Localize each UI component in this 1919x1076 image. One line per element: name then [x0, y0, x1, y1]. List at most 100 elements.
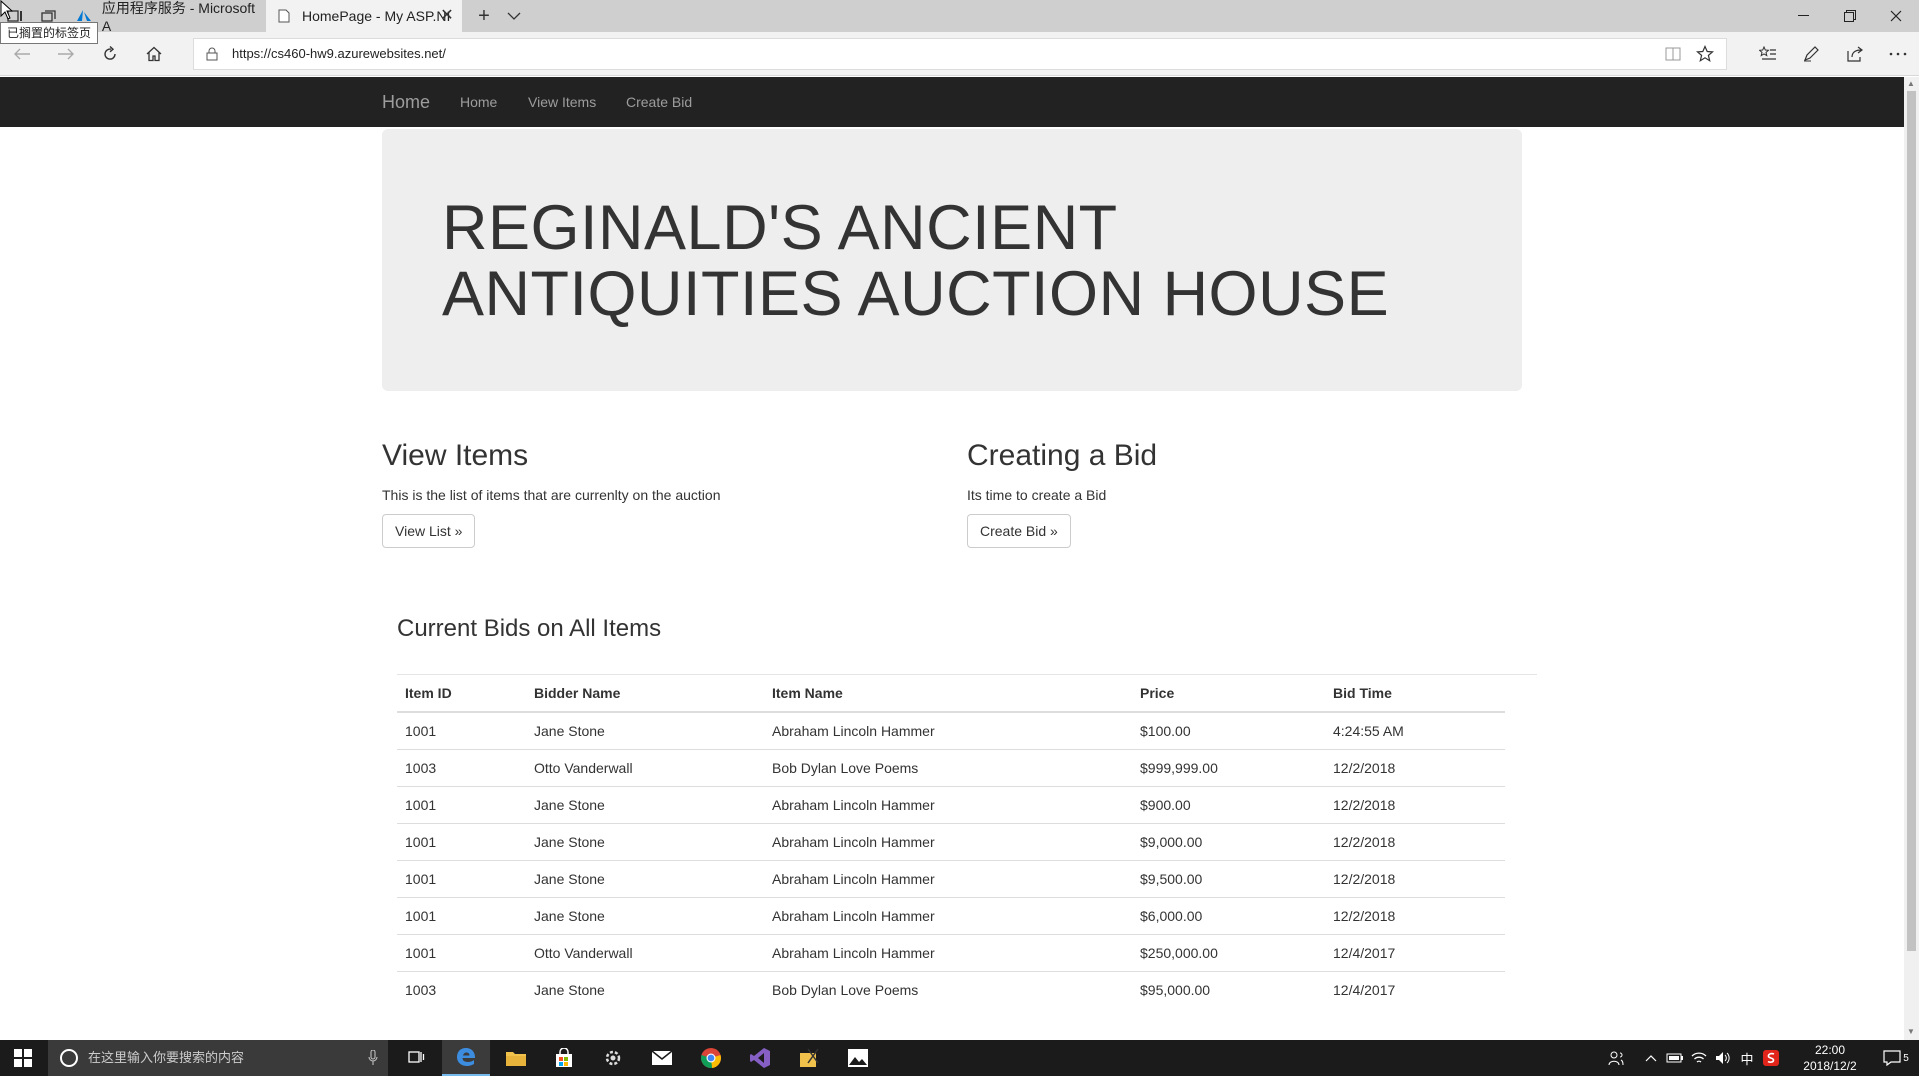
clock-date: 2018/12/2: [1803, 1059, 1857, 1073]
bids-title: Current Bids on All Items: [397, 615, 662, 642]
visual-studio-icon[interactable]: [736, 1040, 784, 1076]
back-arrow-icon[interactable]: [8, 40, 36, 68]
close-window-icon[interactable]: [1873, 0, 1919, 32]
table-row: 1001 Otto Vanderwall Abraham Lincoln Ham…: [397, 933, 1505, 971]
jumbotron: REGINALD'S ANCIENT ANTIQUITIES AUCTION H…: [382, 129, 1522, 391]
cell-item-name: Abraham Lincoln Hammer: [764, 859, 1132, 897]
table-row: 1001 Jane Stone Abraham Lincoln Hammer $…: [397, 896, 1505, 934]
microphone-icon[interactable]: [368, 1050, 378, 1066]
column-header-item-id: Item ID: [397, 675, 526, 713]
cell-price: $9,500.00: [1132, 859, 1325, 897]
restore-window-icon[interactable]: [1827, 0, 1873, 32]
cell-item-name: Abraham Lincoln Hammer: [764, 933, 1132, 971]
cell-item-id: 1001: [397, 711, 526, 749]
cell-bid-time: 12/4/2017: [1325, 933, 1505, 971]
more-options-icon[interactable]: [1884, 40, 1912, 68]
photos-icon[interactable]: [834, 1040, 882, 1076]
cell-bid-time: 4:24:55 AM: [1325, 711, 1505, 749]
chevron-up-icon[interactable]: [1640, 1040, 1662, 1076]
tab-title: 应用程序服务 - Microsoft A: [101, 0, 256, 34]
notification-count-badge: 5: [1903, 1052, 1909, 1064]
cell-item-name: Abraham Lincoln Hammer: [764, 785, 1132, 823]
cell-price: $6,000.00: [1132, 896, 1325, 934]
scroll-up-icon[interactable]: ▲: [1907, 79, 1915, 88]
view-list-button[interactable]: View List »: [382, 514, 476, 548]
create-bid-button[interactable]: Create Bid »: [967, 514, 1071, 548]
task-view-icon[interactable]: [392, 1040, 440, 1076]
system-clock[interactable]: 22:00 2018/12/2: [1785, 1042, 1875, 1074]
scroll-down-icon[interactable]: ▼: [1907, 1027, 1915, 1036]
cell-item-id: 1001: [397, 859, 526, 897]
taskbar-search-box[interactable]: 在这里输入你要搜索的内容: [48, 1040, 388, 1076]
cell-item-name: Abraham Lincoln Hammer: [764, 822, 1132, 860]
minimize-window-icon[interactable]: [1781, 0, 1827, 32]
column-header-price: Price: [1132, 675, 1325, 713]
column-header-bid-time: Bid Time: [1325, 675, 1505, 713]
address-bar[interactable]: https://cs460-hw9.azurewebsites.net/: [193, 38, 1727, 70]
page-content: REGINALD'S ANCIENT ANTIQUITIES AUCTION H…: [0, 127, 1904, 1040]
reading-view-icon[interactable]: [1664, 45, 1682, 63]
ime-language-indicator[interactable]: 中: [1736, 1040, 1758, 1076]
table-row: 1001 Jane Stone Abraham Lincoln Hammer $…: [397, 822, 1505, 860]
battery-icon[interactable]: [1664, 1040, 1686, 1076]
cell-bid-time: 12/2/2018: [1325, 859, 1505, 897]
share-icon[interactable]: [1842, 40, 1870, 68]
table-header-row: Item ID Bidder Name Item Name Price Bid …: [397, 675, 1505, 713]
refresh-icon[interactable]: [96, 40, 124, 68]
creating-bid-heading: Creating a Bid: [967, 439, 1158, 472]
chevron-down-icon[interactable]: [502, 0, 526, 32]
pen-notes-icon[interactable]: [1798, 40, 1826, 68]
browser-toolbar: https://cs460-hw9.azurewebsites.net/: [0, 32, 1919, 76]
file-explorer-icon[interactable]: [492, 1040, 540, 1076]
cell-price: $900.00: [1132, 785, 1325, 823]
chrome-icon[interactable]: [687, 1040, 735, 1076]
url-text: https://cs460-hw9.azurewebsites.net/: [232, 46, 446, 61]
sogou-ime-icon[interactable]: [1760, 1040, 1782, 1076]
cell-item-id: 1001: [397, 933, 526, 971]
navbar-brand[interactable]: Home: [382, 77, 430, 127]
nav-link-create-bid[interactable]: Create Bid: [626, 77, 692, 127]
view-items-description: This is the list of items that are curre…: [382, 487, 721, 503]
notification-center-icon[interactable]: 5: [1876, 1040, 1916, 1076]
cell-bidder-name: Jane Stone: [526, 859, 764, 897]
view-items-heading: View Items: [382, 439, 529, 472]
cell-bid-time: 12/2/2018: [1325, 785, 1505, 823]
mail-icon[interactable]: [638, 1040, 686, 1076]
forward-arrow-icon[interactable]: [52, 40, 80, 68]
vertical-scrollbar[interactable]: ▲ ▼: [1904, 77, 1919, 1040]
tab-homepage[interactable]: HomePage - My ASP.NI ✕: [266, 0, 462, 32]
nav-link-home[interactable]: Home: [460, 77, 497, 127]
tab-title: HomePage - My ASP.NI: [302, 8, 451, 24]
cortana-icon: [60, 1049, 78, 1067]
wifi-icon[interactable]: [1688, 1040, 1710, 1076]
clock-time: 22:00: [1814, 1043, 1846, 1057]
favorites-hub-icon[interactable]: [1754, 40, 1782, 68]
cell-item-id: 1001: [397, 785, 526, 823]
home-icon[interactable]: [140, 40, 168, 68]
snipping-tool-icon[interactable]: [785, 1040, 833, 1076]
table-row: 1003 Otto Vanderwall Bob Dylan Love Poem…: [397, 748, 1505, 786]
nav-link-view-items[interactable]: View Items: [528, 77, 596, 127]
windows-start-icon[interactable]: [0, 1040, 46, 1076]
store-icon[interactable]: [540, 1040, 588, 1076]
close-tab-icon[interactable]: ✕: [438, 7, 456, 25]
cell-bid-time: 12/2/2018: [1325, 748, 1505, 786]
volume-icon[interactable]: [1712, 1040, 1734, 1076]
cell-price: $95,000.00: [1132, 970, 1325, 1008]
lock-icon: [206, 47, 218, 61]
new-tab-icon[interactable]: +: [470, 0, 498, 32]
favorite-star-icon[interactable]: [1696, 45, 1714, 63]
scrollbar-thumb[interactable]: [1907, 91, 1916, 951]
cell-bid-time: 12/4/2017: [1325, 970, 1505, 1008]
edge-browser-icon[interactable]: [442, 1040, 490, 1076]
settings-gear-icon[interactable]: [589, 1040, 637, 1076]
table-row: 1001 Jane Stone Abraham Lincoln Hammer $…: [397, 859, 1505, 897]
people-icon[interactable]: [1604, 1040, 1628, 1076]
cell-bidder-name: Jane Stone: [526, 896, 764, 934]
cell-bid-time: 12/2/2018: [1325, 822, 1505, 860]
cell-item-id: 1001: [397, 822, 526, 860]
cell-item-id: 1003: [397, 970, 526, 1008]
cell-price: $100.00: [1132, 711, 1325, 749]
page-icon: [276, 8, 292, 24]
bids-table: Item ID Bidder Name Item Name Price Bid …: [397, 675, 1505, 1008]
